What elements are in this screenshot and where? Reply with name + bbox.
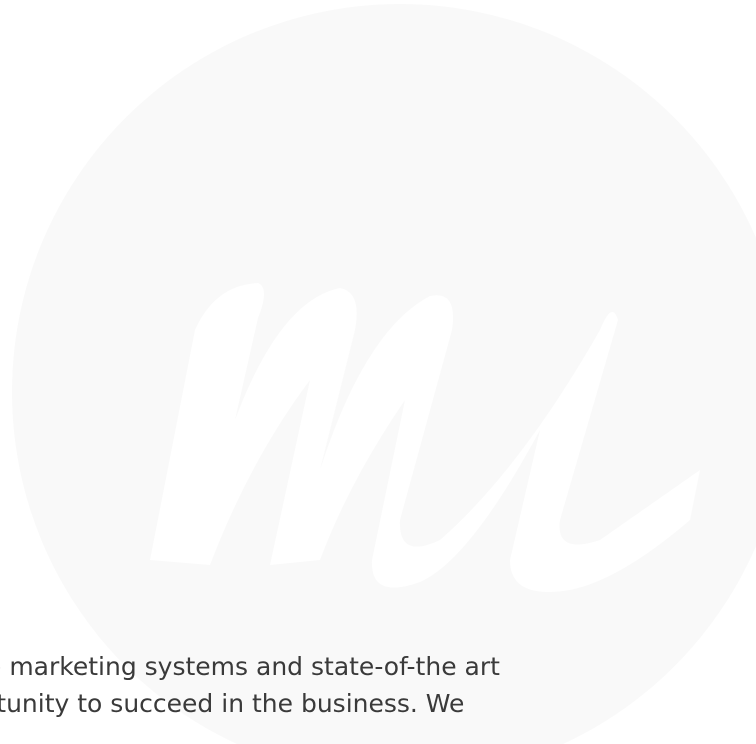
intro-line-2: rtunity to succeed in the business. We <box>0 689 465 718</box>
intro-paragraph: e marketing systems and state-of-the art… <box>0 648 756 722</box>
logo-watermark-icon <box>12 4 756 744</box>
page: e marketing systems and state-of-the art… <box>0 0 756 744</box>
intro-line-1: e marketing systems and state-of-the art <box>0 652 500 681</box>
